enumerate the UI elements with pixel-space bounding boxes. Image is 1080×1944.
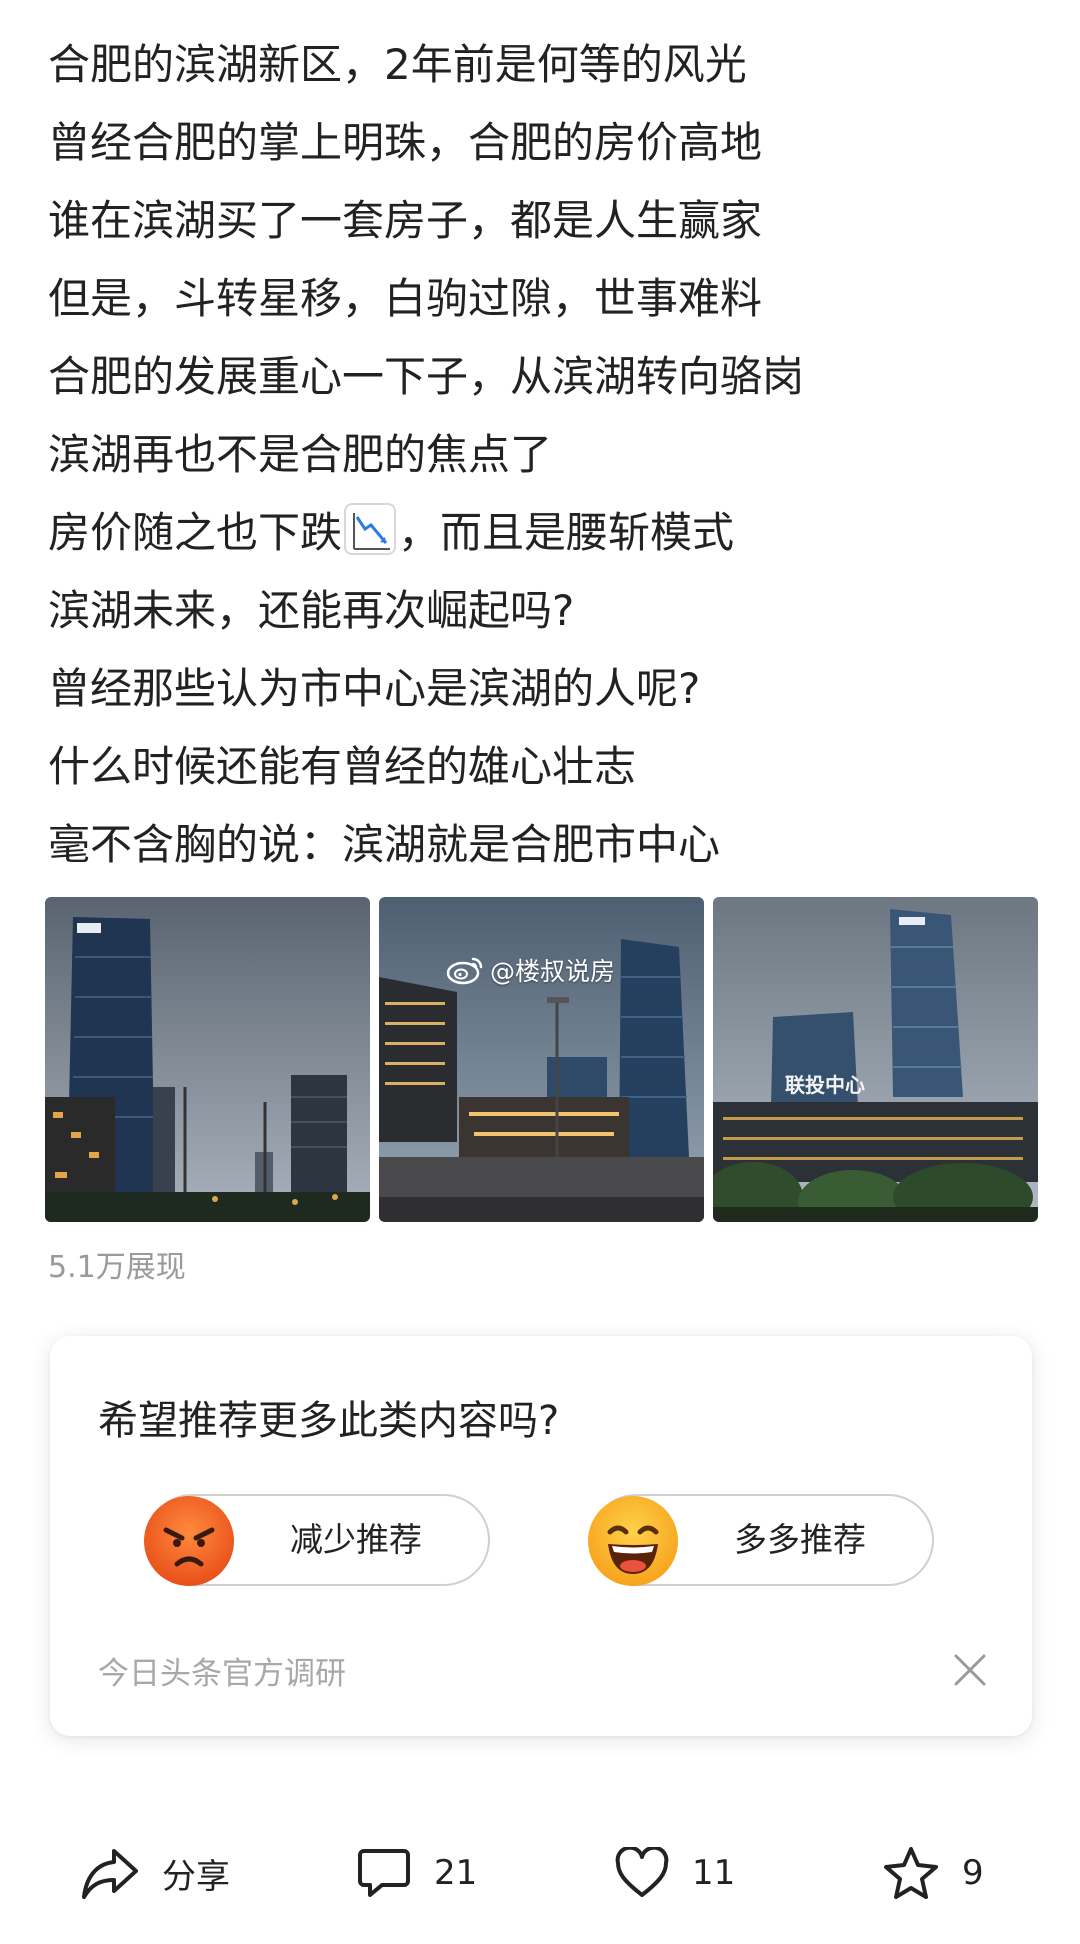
recommend-more-button[interactable]: 多多推荐 [588, 1494, 934, 1586]
building-sign: 联投中心 [785, 1073, 865, 1097]
chart-decreasing-icon [344, 503, 397, 555]
post-line-part: ，而且是腰斩模式 [398, 508, 735, 557]
survey-question: 希望推荐更多此类内容吗? [98, 1398, 560, 1444]
favorite-count: 9 [962, 1853, 984, 1893]
angry-face-icon [144, 1496, 234, 1586]
post-line: 曾经合肥的掌上明珠，合肥的房价高地 [48, 118, 763, 167]
post-line: 什么时候还能有曾经的雄心壮志 [48, 742, 637, 791]
survey-card: 希望推荐更多此类内容吗? 减少推荐 多多推荐 今日头条官方调研 [50, 1336, 1032, 1736]
like-button[interactable]: 11 [614, 1828, 735, 1918]
action-bar: 分享 21 11 9 [0, 1828, 1080, 1918]
laughing-face-icon [588, 1496, 678, 1586]
comment-button[interactable]: 21 [356, 1828, 477, 1918]
post-line-part: 房价随之也下跌 [48, 508, 343, 557]
post-line: 合肥的发展重心一下子，从滨湖转向骆岗 [48, 352, 805, 401]
survey-source: 今日头条官方调研 [98, 1656, 346, 1692]
view-count: 5.1万展现 [48, 1250, 186, 1285]
post-line: 房价随之也下跌 ，而且是腰斩模式 [48, 494, 1048, 572]
share-icon [82, 1849, 138, 1899]
like-count: 11 [692, 1853, 736, 1893]
photo-1[interactable] [45, 897, 370, 1222]
heart-icon [615, 1847, 669, 1897]
watermark-text: @楼叔说房 [490, 957, 616, 986]
post-line: 滨湖未来，还能再次崛起吗? [48, 586, 575, 635]
watermark: @楼叔说房 [446, 952, 615, 988]
recommend-less-label: 减少推荐 [290, 1520, 422, 1559]
post-line: 合肥的滨湖新区，2年前是何等的风光 [48, 40, 747, 89]
post-line: 但是，斗转星移，白驹过隙，世事难料 [48, 274, 763, 323]
recommend-less-button[interactable]: 减少推荐 [144, 1494, 490, 1586]
post-line: 曾经那些认为市中心是滨湖的人呢? [48, 664, 701, 713]
star-icon [884, 1847, 938, 1899]
photo-gallery: 联投中心 [45, 897, 1038, 1222]
weibo-logo-icon [446, 957, 483, 985]
recommend-more-label: 多多推荐 [734, 1520, 866, 1559]
photo-2[interactable] [379, 897, 704, 1222]
favorite-button[interactable]: 9 [882, 1828, 984, 1918]
comment-icon [358, 1849, 410, 1897]
comment-count: 21 [434, 1853, 478, 1893]
share-button[interactable]: 分享 [80, 1828, 230, 1918]
share-label: 分享 [162, 1856, 230, 1897]
photo-3[interactable]: 联投中心 [713, 897, 1038, 1222]
post-body: 合肥的滨湖新区，2年前是何等的风光 曾经合肥的掌上明珠，合肥的房价高地 谁在滨湖… [48, 26, 1048, 884]
post-line: 谁在滨湖买了一套房子，都是人生赢家 [48, 196, 763, 245]
post-line: 毫不含胸的说：滨湖就是合肥市中心 [48, 820, 721, 869]
post-line: 滨湖再也不是合肥的焦点了 [48, 430, 553, 479]
close-icon[interactable] [952, 1652, 988, 1688]
